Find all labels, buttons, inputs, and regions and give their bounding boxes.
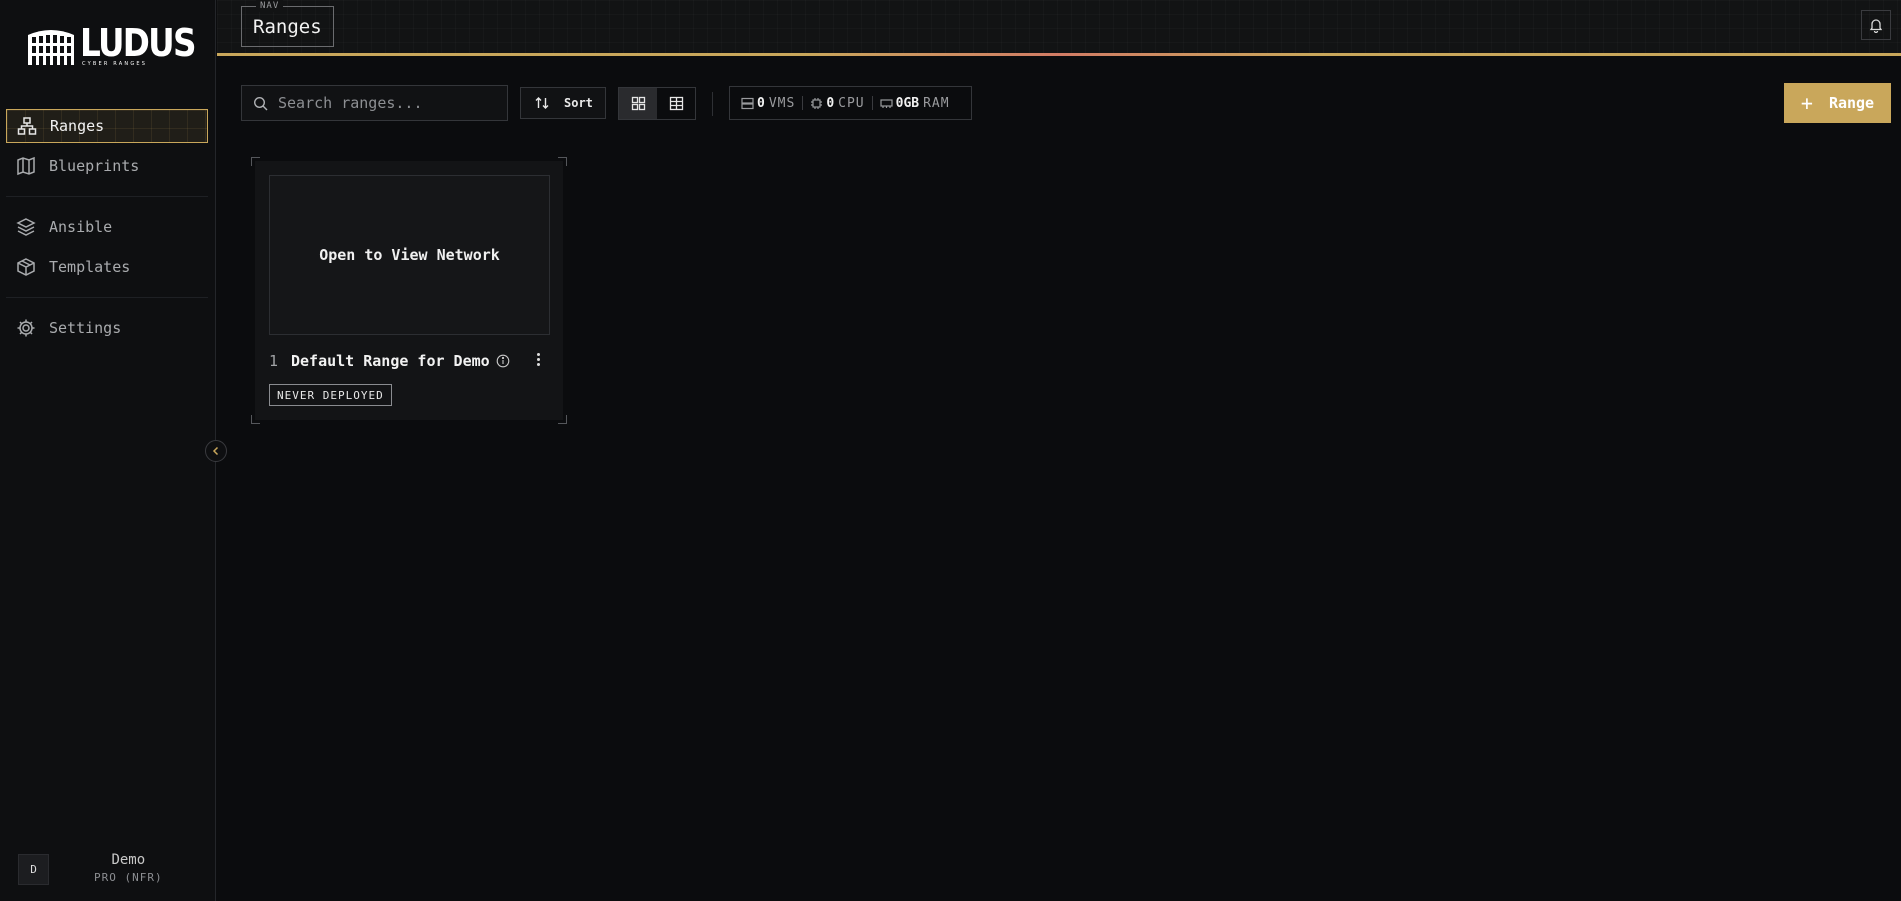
map-icon: [16, 156, 36, 176]
sidebar-item-settings[interactable]: Settings: [6, 311, 208, 345]
sidebar-item-label: Templates: [49, 258, 131, 276]
sidebar-item-ranges[interactable]: Ranges: [6, 109, 208, 143]
cpu-icon: [811, 97, 823, 109]
user-plan: PRO (NFR): [94, 871, 163, 884]
grid-icon: [631, 96, 645, 111]
layers-icon: [16, 217, 36, 237]
header: NAV Ranges: [217, 0, 1901, 56]
table-view-button[interactable]: [657, 88, 695, 119]
page-title: Ranges: [253, 15, 322, 38]
view-toggle: [618, 87, 696, 120]
range-name: Default Range for Demo: [291, 352, 490, 370]
gear-icon: [16, 318, 36, 338]
user-name: Demo: [111, 852, 146, 868]
collapse-sidebar-button[interactable]: [205, 440, 227, 462]
sort-icon: [535, 97, 549, 109]
box-icon: [16, 257, 36, 277]
chevron-left-icon: [212, 446, 219, 456]
colosseum-icon: [28, 30, 74, 65]
breadcrumb: NAV Ranges: [241, 0, 334, 47]
network-preview[interactable]: Open to View Network: [269, 175, 550, 335]
search-input[interactable]: [278, 94, 498, 112]
network-icon: [17, 116, 37, 136]
info-icon[interactable]: [496, 354, 510, 368]
stat-vms: 0 VMS: [741, 96, 795, 111]
cpu-unit: CPU: [838, 95, 865, 111]
sidebar-item-label: Ansible: [49, 218, 113, 236]
sort-button[interactable]: Sort: [520, 87, 606, 119]
user-profile[interactable]: D Demo PRO (NFR): [18, 852, 208, 885]
ram-value: 0GB: [895, 95, 920, 111]
sidebar-item-label: Blueprints: [49, 157, 140, 175]
sidebar-item-label: Ranges: [50, 117, 105, 135]
add-range-button[interactable]: + Range: [1784, 83, 1891, 123]
toolbar-divider: [712, 92, 713, 116]
plus-icon: +: [1800, 91, 1813, 115]
bell-icon: [1869, 19, 1883, 33]
sidebar-divider: [6, 196, 208, 197]
status-badge: NEVER DEPLOYED: [269, 384, 392, 406]
sidebar-item-templates[interactable]: Templates: [6, 250, 208, 284]
add-range-label: Range: [1828, 94, 1875, 112]
notifications-button[interactable]: [1861, 10, 1891, 40]
resource-stats: 0 VMS 0 CPU 0GB RAM: [729, 86, 972, 120]
stat-cpu: 0 CPU: [810, 96, 864, 111]
sidebar-item-blueprints[interactable]: Blueprints: [6, 149, 208, 183]
vms-unit: VMS: [768, 95, 796, 111]
network-preview-text: Open to View Network: [319, 246, 500, 264]
sidebar-item-label: Settings: [49, 319, 122, 337]
ludus-logo[interactable]: LUDUS CYBER RANGES: [26, 21, 213, 67]
search-box[interactable]: [241, 85, 508, 121]
memory-icon: [880, 98, 893, 108]
vms-value: 0: [757, 95, 765, 111]
breadcrumb-label: NAV: [256, 0, 284, 12]
more-options-icon[interactable]: [537, 353, 540, 366]
brand-name: LUDUS: [80, 21, 197, 65]
cpu-value: 0: [826, 95, 835, 111]
ram-unit: RAM: [923, 95, 950, 111]
search-icon: [253, 96, 268, 110]
sidebar-item-ansible[interactable]: Ansible: [6, 210, 208, 244]
range-card[interactable]: Open to View Network 1 Default Range for…: [251, 157, 567, 424]
sidebar: LUDUS CYBER RANGES Ranges Blueprints Ans…: [0, 0, 216, 901]
table-icon: [669, 96, 683, 111]
sidebar-divider: [6, 297, 208, 298]
stat-ram: 0GB RAM: [880, 96, 950, 111]
avatar: D: [18, 853, 49, 885]
grid-view-button[interactable]: [619, 88, 657, 119]
sort-label: Sort: [564, 96, 593, 110]
range-number: 1: [269, 352, 279, 370]
server-icon: [741, 97, 754, 109]
